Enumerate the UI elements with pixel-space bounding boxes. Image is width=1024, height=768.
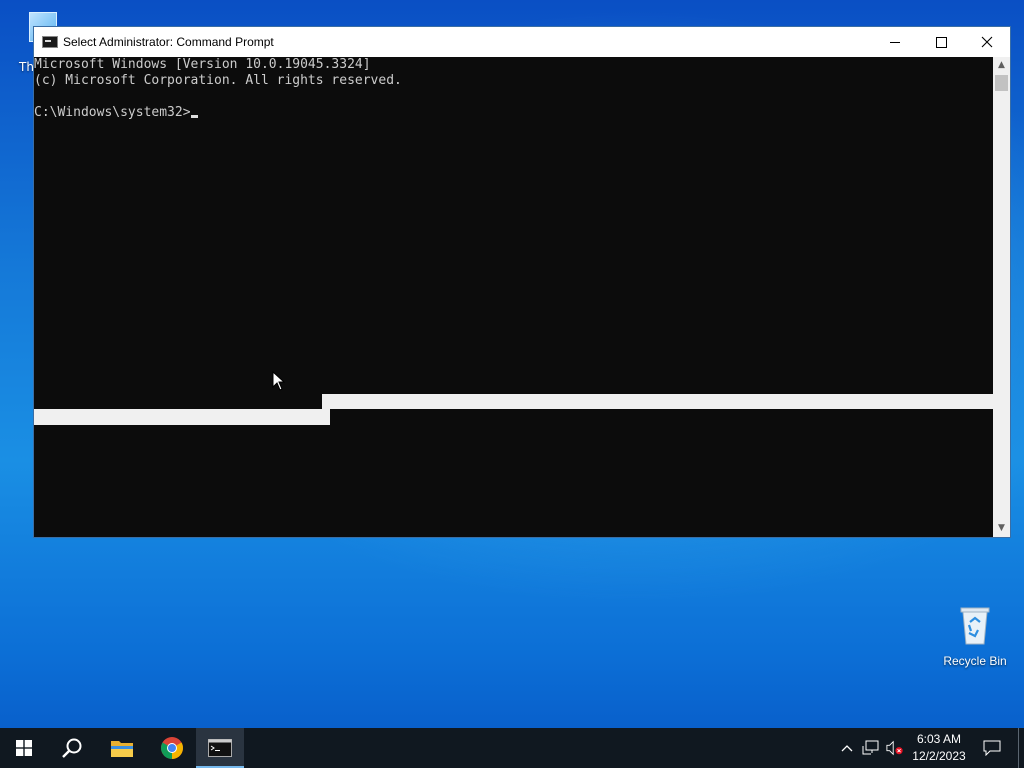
console-prompt-line: C:\Windows\system32> xyxy=(34,105,198,121)
command-prompt-taskbar-button[interactable] xyxy=(196,728,244,768)
close-button[interactable] xyxy=(964,27,1010,57)
volume-button[interactable] xyxy=(886,739,904,757)
scroll-down-arrow[interactable]: ▼ xyxy=(993,520,1010,537)
clock-time: 6:03 AM xyxy=(916,732,962,746)
search-icon xyxy=(62,738,82,758)
search-button[interactable] xyxy=(48,728,96,768)
chrome-button[interactable] xyxy=(148,728,196,768)
scroll-up-arrow[interactable]: ▲ xyxy=(993,57,1010,74)
console-prompt: C:\Windows\system32> xyxy=(34,105,191,120)
clock-date: 12/2/2023 xyxy=(912,749,966,763)
minimize-icon xyxy=(890,41,900,43)
cmd-app-icon xyxy=(42,36,58,48)
minimize-button[interactable] xyxy=(872,27,918,57)
console-line: (c) Microsoft Corporation. All rights re… xyxy=(34,73,402,88)
selection-highlight xyxy=(322,394,994,409)
file-explorer-button[interactable] xyxy=(98,728,146,768)
scroll-thumb[interactable] xyxy=(995,75,1008,91)
chevron-up-icon xyxy=(841,745,853,752)
window-title: Select Administrator: Command Prompt xyxy=(63,35,274,49)
windows-logo-icon xyxy=(16,740,32,756)
text-cursor xyxy=(190,115,198,118)
chrome-icon xyxy=(161,737,183,759)
mouse-pointer-icon xyxy=(272,371,286,391)
network-button[interactable] xyxy=(862,739,880,757)
cmd-icon xyxy=(208,739,232,757)
system-clock[interactable]: 6:03 AM 12/2/2023 xyxy=(904,731,974,765)
title-bar[interactable]: Select Administrator: Command Prompt xyxy=(34,27,1010,57)
volume-muted-icon xyxy=(886,740,903,756)
recycle-bin-label: Recycle Bin xyxy=(943,654,1007,668)
show-hidden-icons-button[interactable] xyxy=(838,739,856,757)
show-desktop-button[interactable] xyxy=(1018,728,1024,768)
notification-icon xyxy=(983,740,1001,756)
desktop-icon-label: Th xyxy=(19,60,34,74)
action-center-button[interactable] xyxy=(982,739,1002,757)
folder-icon xyxy=(111,741,133,757)
maximize-button[interactable] xyxy=(918,27,964,57)
console-output[interactable]: Microsoft Windows [Version 10.0.19045.33… xyxy=(34,57,994,537)
command-prompt-window[interactable]: Select Administrator: Command Prompt Mic… xyxy=(33,26,1011,538)
maximize-icon xyxy=(935,36,947,48)
network-icon xyxy=(862,740,879,755)
start-button[interactable] xyxy=(0,728,48,768)
recycle-bin-icon xyxy=(958,604,992,645)
recycle-bin-icon-item[interactable]: Recycle Bin xyxy=(936,598,1014,672)
console-line: Microsoft Windows [Version 10.0.19045.33… xyxy=(34,57,371,72)
close-icon xyxy=(981,36,993,48)
vertical-scrollbar[interactable]: ▲ ▼ xyxy=(993,57,1010,537)
taskbar: 6:03 AM 12/2/2023 xyxy=(0,728,1024,768)
selection-highlight xyxy=(34,409,330,425)
